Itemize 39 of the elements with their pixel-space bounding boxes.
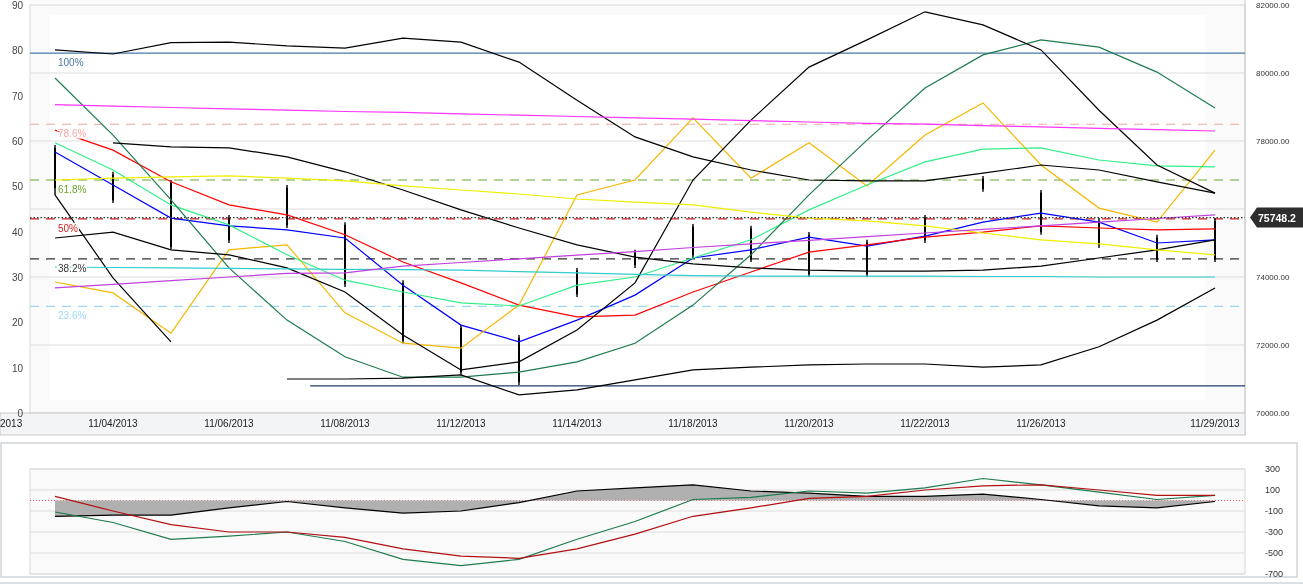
- axis-label: 50: [11, 181, 23, 193]
- axis-label: 11/06/2013: [204, 418, 254, 429]
- axis-label: 11/04/2013: [88, 418, 138, 429]
- price-label: 75748.2: [1258, 211, 1296, 224]
- level-label: 61.8%: [58, 184, 87, 195]
- level-label: 100%: [58, 57, 84, 69]
- level-label: 23.6%: [58, 310, 87, 322]
- axis-label: -300: [1265, 527, 1283, 537]
- axis-label: 11/22/2013: [900, 418, 950, 429]
- axis-label: 30: [11, 272, 23, 283]
- axis-label: 74000.00: [1256, 273, 1290, 282]
- axis-label: 0: [17, 408, 23, 419]
- axis-label: -100: [1265, 506, 1283, 516]
- axis-label: 82000.00: [1256, 1, 1290, 10]
- axis-label: 78000.00: [1256, 137, 1290, 146]
- axis-label: 10: [11, 362, 23, 374]
- axis-label: 80000.00: [1256, 69, 1290, 78]
- axis-label: 11/29/2013: [1190, 418, 1240, 429]
- axis-label: 11/26/2013: [1016, 418, 1066, 429]
- axis-label: 11/14/2013: [552, 418, 602, 429]
- axis-label: -700: [1265, 569, 1283, 579]
- axis-label: 11/18/2013: [668, 418, 718, 429]
- axis-label: 11/12/2013: [436, 418, 486, 429]
- axis-label: 100: [1265, 485, 1281, 495]
- axis-label: 80: [11, 45, 23, 57]
- axis-label: 90: [11, 0, 23, 11]
- axis-label: 70000.00: [1256, 409, 1290, 418]
- axis-label: 70: [11, 90, 23, 102]
- axis-label: 20: [11, 317, 23, 329]
- axis-label: 11/08/2013: [320, 418, 370, 429]
- price-tag: [1250, 207, 1303, 228]
- axis-label: 60: [11, 136, 23, 147]
- axis-label: 11/20/2013: [784, 418, 834, 429]
- axis-label: -500: [1265, 548, 1283, 558]
- axis-label: 72000.00: [1256, 341, 1290, 350]
- axis-label: 300: [1265, 464, 1281, 474]
- axis-label: 2013: [0, 418, 23, 429]
- level-label: 50%: [58, 222, 78, 234]
- axis-label: 40: [11, 226, 23, 238]
